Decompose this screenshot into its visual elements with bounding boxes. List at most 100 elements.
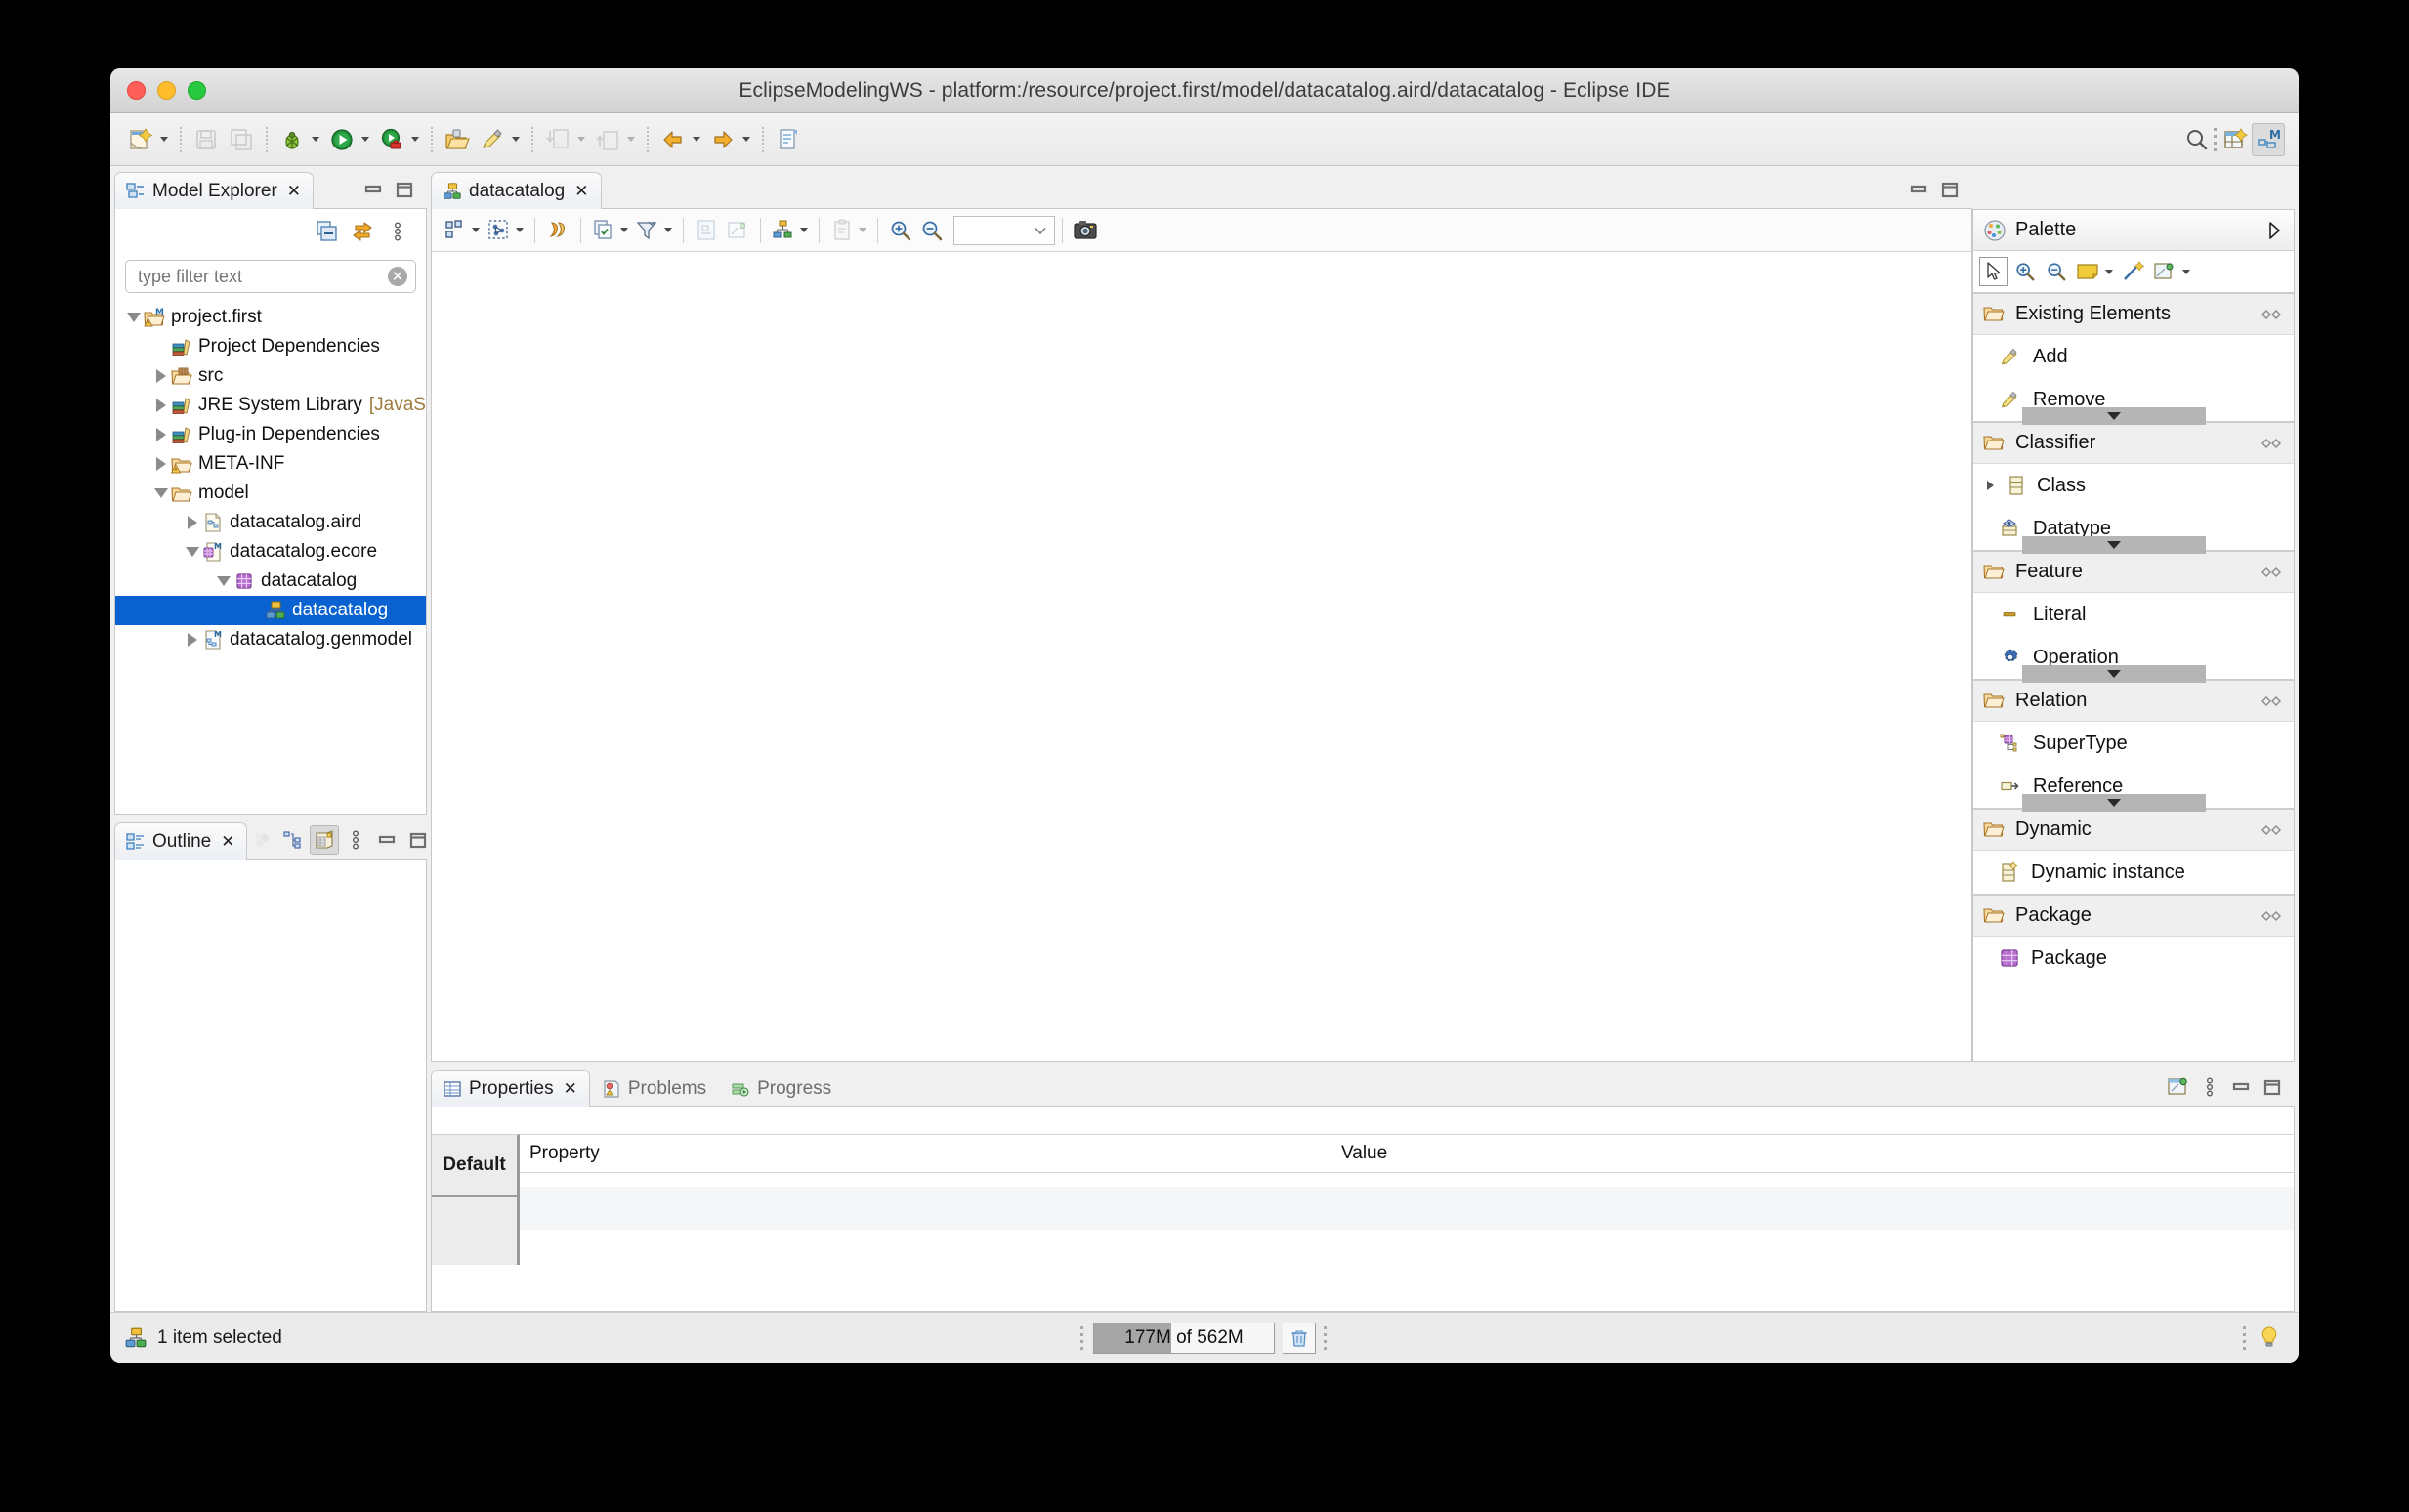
palette-pin-icon[interactable] (2261, 307, 2284, 322)
refresh-icon[interactable] (542, 215, 573, 246)
maximize-icon[interactable] (1935, 175, 1965, 204)
paste-layout-icon[interactable] (691, 215, 722, 246)
twisty-open-icon[interactable] (125, 313, 143, 322)
zoom-out-icon[interactable] (916, 215, 948, 246)
palette-pin-icon[interactable] (2261, 822, 2284, 838)
palette-item-package[interactable]: Package (1973, 937, 2294, 980)
run-external-tools-caret[interactable] (411, 137, 419, 142)
pointer-icon[interactable] (1979, 257, 2008, 286)
clear-circle-icon[interactable]: ✕ (388, 267, 407, 286)
view-menu-icon[interactable] (2195, 1072, 2224, 1102)
overlay-icon[interactable] (247, 825, 276, 855)
clipboard-icon[interactable] (826, 215, 858, 246)
layers-icon[interactable] (588, 215, 619, 246)
twisty-closed-icon[interactable] (152, 369, 170, 383)
palette-scroll-down-indicator[interactable] (2022, 665, 2206, 683)
note-caret[interactable] (2105, 269, 2113, 274)
debug-caret[interactable] (312, 137, 319, 142)
tab-outline[interactable]: Outline ✕ (114, 822, 248, 860)
tree-row-selected[interactable]: datacatalog (115, 596, 426, 625)
zoom-in-icon[interactable] (2010, 257, 2040, 286)
modeling-perspective-button[interactable]: M (2252, 122, 2285, 156)
select-caret[interactable] (516, 228, 524, 232)
twisty-closed-icon[interactable] (152, 399, 170, 412)
run-external-tools-button[interactable] (375, 123, 408, 156)
arrange-caret[interactable] (472, 228, 480, 232)
new-wizard-caret[interactable] (160, 137, 168, 142)
next-annotation-caret[interactable] (627, 137, 635, 142)
clipboard-caret[interactable] (859, 228, 866, 232)
palette-pin-icon[interactable] (2261, 908, 2284, 924)
tab-progress[interactable]: Progress (719, 1070, 844, 1107)
paste-style-icon[interactable] (722, 215, 753, 246)
twisty-open-icon[interactable] (184, 547, 201, 557)
hierarchy-caret[interactable] (800, 228, 808, 232)
save-all-button[interactable] (225, 123, 258, 156)
twisty-closed-icon[interactable] (184, 516, 201, 529)
palette-group-header[interactable]: Feature (1973, 552, 2294, 593)
back-button[interactable] (656, 123, 690, 156)
column-header-property[interactable]: Property (520, 1143, 1331, 1164)
column-header-value[interactable]: Value (1331, 1143, 2294, 1164)
previous-annotation-button[interactable] (541, 123, 574, 156)
new-document-button[interactable] (772, 123, 805, 156)
new-wizard-button[interactable] (124, 123, 157, 156)
lightbulb-icon[interactable] (2258, 1325, 2281, 1351)
twisty-closed-icon[interactable] (152, 428, 170, 441)
twisty-open-icon[interactable] (215, 576, 232, 586)
close-icon[interactable]: ✕ (574, 182, 588, 201)
view-menu-icon[interactable] (383, 217, 412, 246)
previous-annotation-caret[interactable] (577, 137, 585, 142)
palette-group-header[interactable]: Relation (1973, 681, 2294, 722)
tab-model-explorer[interactable]: Model Explorer ✕ (114, 172, 315, 209)
close-icon[interactable]: ✕ (287, 182, 301, 201)
palette-item-supertype[interactable]: SuperType (1973, 722, 2294, 765)
back-caret[interactable] (693, 137, 700, 142)
new-marker-button[interactable] (476, 123, 509, 156)
tree-row[interactable]: M project.first (115, 303, 426, 332)
palette-scroll-down-indicator[interactable] (2022, 536, 2206, 554)
tree-row[interactable]: Project Dependencies (115, 332, 426, 361)
run-button[interactable] (325, 123, 359, 156)
zoom-out-icon[interactable] (2042, 257, 2071, 286)
palette-group-header[interactable]: Package (1973, 896, 2294, 937)
zoom-window-button[interactable] (188, 81, 206, 100)
run-caret[interactable] (361, 137, 369, 142)
close-icon[interactable]: ✕ (564, 1079, 577, 1099)
close-window-button[interactable] (127, 81, 146, 100)
open-task-button[interactable] (441, 123, 474, 156)
view-menu-icon[interactable] (341, 825, 370, 855)
select-icon[interactable] (484, 215, 515, 246)
tree-row[interactable]: M datacatalog.ecore (115, 537, 426, 567)
note-attach-caret[interactable] (2182, 269, 2190, 274)
minimize-window-button[interactable] (157, 81, 176, 100)
palette-group-header[interactable]: Classifier (1973, 423, 2294, 464)
filter-input[interactable] (138, 266, 388, 287)
collapse-all-icon[interactable] (313, 217, 342, 246)
next-annotation-button[interactable] (591, 123, 624, 156)
tab-datacatalog-editor[interactable]: datacatalog ✕ (431, 172, 602, 209)
quick-access-search-button[interactable] (2180, 123, 2214, 156)
palette-scroll-down-indicator[interactable] (2022, 407, 2206, 425)
tab-problems[interactable]: Problems (590, 1070, 719, 1107)
tree-row[interactable]: M datacatalog.genmodel (115, 625, 426, 654)
hierarchy-icon[interactable] (768, 215, 799, 246)
palette-item-literal[interactable]: Literal (1973, 593, 2294, 636)
diagram-canvas[interactable] (432, 252, 1971, 1061)
minimize-icon[interactable] (359, 175, 388, 204)
overview-icon[interactable] (310, 825, 340, 855)
palette-item-dynamic-instance[interactable]: Dynamic instance (1973, 851, 2294, 894)
twisty-open-icon[interactable] (152, 488, 170, 498)
maximize-icon[interactable] (390, 175, 419, 204)
palette-item-add[interactable]: Add (1973, 335, 2294, 378)
palette-item-reference[interactable]: Reference (1973, 765, 2294, 812)
tree-outline-icon[interactable] (278, 825, 308, 855)
memory-bar[interactable]: 177M of 562M (1093, 1322, 1275, 1354)
palette-item-remove[interactable]: Remove (1973, 378, 2294, 425)
palette-pin-icon[interactable] (2261, 693, 2284, 709)
palette-expand-icon[interactable] (2264, 220, 2284, 241)
open-perspective-button[interactable] (2219, 123, 2252, 156)
filter-box[interactable]: ✕ (125, 260, 416, 293)
filter-icon[interactable] (632, 215, 663, 246)
camera-icon[interactable] (1070, 215, 1101, 246)
